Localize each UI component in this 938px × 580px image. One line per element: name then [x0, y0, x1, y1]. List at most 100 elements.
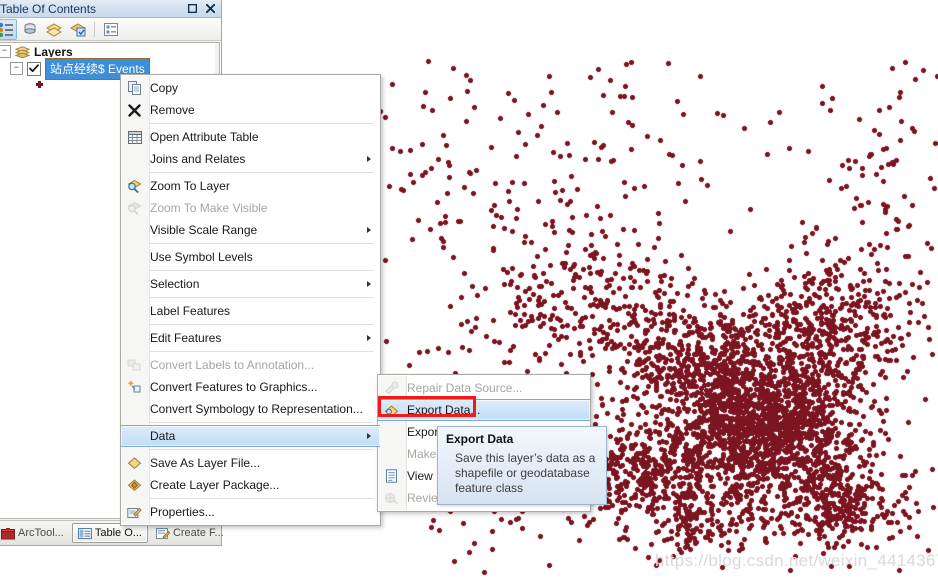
menu-item-label-features[interactable]: Label Features: [121, 300, 380, 322]
properties-icon: [125, 503, 144, 521]
convert-labels-icon: [125, 356, 144, 374]
layer-visibility-checkbox[interactable]: [27, 61, 41, 76]
menu-item-joins-and-relates[interactable]: Joins and Relates: [121, 148, 380, 170]
chevron-right-icon: [367, 433, 371, 439]
menu-label-convert-labels-to-annotation: Convert Labels to Annotation...: [150, 358, 315, 372]
menu-separator: [149, 324, 374, 325]
menu-item-convert-features-to-graphics[interactable]: Convert Features to Graphics...: [121, 376, 380, 398]
menu-item-create-layer-package[interactable]: Create Layer Package...: [121, 474, 380, 496]
menu-label-convert-features-to-graphics: Convert Features to Graphics...: [150, 380, 318, 394]
tooltip-title: Export Data: [446, 432, 514, 446]
menu-item-zoom-to-make-visible: Zoom To Make Visible: [121, 197, 380, 219]
taskbar-button-table-of-contents[interactable]: Table O...: [71, 523, 148, 543]
zoom-make-visible-icon: [125, 199, 144, 217]
layer-file-icon: [125, 454, 144, 472]
menu-separator: [149, 351, 374, 352]
submenu-label-export-data: Export Data...: [407, 403, 481, 417]
maximize-icon[interactable]: [185, 2, 200, 15]
toc-title-label: Table Of Contents: [0, 1, 97, 16]
menu-label-visible-scale-range: Visible Scale Range: [150, 223, 258, 237]
menu-label-copy: Copy: [150, 81, 179, 95]
menu-item-convert-symbology-to-representation[interactable]: Convert Symbology to Representation...: [121, 398, 380, 420]
taskbar-label-arctoolbox: ArcTool...: [18, 527, 64, 539]
menu-separator: [149, 270, 374, 271]
table-of-contents-icon: [77, 527, 92, 539]
chevron-right-icon: [367, 227, 371, 233]
repair-icon: [382, 379, 401, 397]
options-icon[interactable]: [100, 19, 122, 40]
chevron-right-icon: [367, 335, 371, 341]
menu-item-edit-features[interactable]: Edit Features: [121, 327, 380, 349]
chevron-right-icon: [367, 281, 371, 287]
remove-icon: [125, 101, 144, 119]
menu-separator: [149, 449, 374, 450]
menu-separator: [149, 243, 374, 244]
chevron-right-icon: [367, 156, 371, 162]
menu-item-data[interactable]: Data: [121, 425, 380, 447]
copy-icon: [125, 79, 144, 97]
menu-separator: [149, 422, 374, 423]
menu-label-use-symbol-levels: Use Symbol Levels: [150, 250, 253, 264]
menu-item-convert-labels-to-annotation: Convert Labels to Annotation...: [121, 354, 380, 376]
toolbar-separator: [94, 21, 95, 37]
layer-context-menu[interactable]: Copy Remove Open Attribute Table Joins a…: [120, 74, 381, 526]
tooltip-body: Save this layer’s data as a shapefile or…: [455, 451, 596, 495]
layer-package-icon: [125, 476, 144, 494]
menu-label-remove: Remove: [150, 103, 195, 117]
menu-separator: [149, 123, 374, 124]
menu-item-remove[interactable]: Remove: [121, 99, 380, 121]
menu-label-properties: Properties...: [150, 505, 215, 519]
attribute-table-icon: [125, 128, 144, 146]
rematch-icon: [382, 489, 401, 507]
menu-label-data: Data: [150, 429, 176, 443]
menu-separator: [149, 297, 374, 298]
menu-label-zoom-to-make-visible: Zoom To Make Visible: [150, 201, 268, 215]
export-data-tooltip: Export Data Save this layer’s data as a …: [437, 426, 607, 505]
list-by-selection-icon[interactable]: [67, 19, 89, 40]
list-by-source-icon[interactable]: [19, 19, 41, 40]
menu-label-edit-features: Edit Features: [150, 331, 222, 345]
menu-label-zoom-to-layer: Zoom To Layer: [150, 179, 230, 193]
menu-item-visible-scale-range[interactable]: Visible Scale Range: [121, 219, 380, 241]
taskbar-label-create-features: Create F...: [172, 527, 224, 539]
toc-title-bar[interactable]: Table Of Contents: [0, 0, 221, 18]
menu-label-joins-and-relates: Joins and Relates: [150, 152, 246, 166]
taskbar-button-create-features[interactable]: Create F...: [151, 524, 229, 542]
toc-toolbar[interactable]: [0, 18, 221, 41]
submenu-label-repair-data-source: Repair Data Source...: [407, 381, 523, 395]
menu-item-use-symbol-levels[interactable]: Use Symbol Levels: [121, 246, 380, 268]
watermark-text: https://blog.csdn.net/weixin_44143671: [655, 551, 938, 570]
menu-separator: [149, 172, 374, 173]
submenu-item-export-data[interactable]: Export Data...: [378, 399, 590, 421]
taskbar-button-arctoolbox[interactable]: ArcTool...: [0, 524, 69, 542]
layers-label: Layers: [34, 44, 73, 59]
layer-expander-icon[interactable]: −: [10, 62, 23, 75]
menu-label-selection: Selection: [150, 277, 200, 291]
taskbar-label-table-of-contents: Table O...: [94, 527, 142, 539]
expander-icon[interactable]: −: [0, 45, 11, 58]
zoom-to-layer-icon: [125, 177, 144, 195]
export-data-icon: [382, 402, 401, 420]
menu-label-create-layer-package: Create Layer Package...: [150, 478, 280, 492]
menu-label-label-features: Label Features: [150, 304, 231, 318]
list-by-visibility-icon[interactable]: [43, 19, 65, 40]
menu-label-open-attribute-table: Open Attribute Table: [150, 130, 259, 144]
menu-item-open-attribute-table[interactable]: Open Attribute Table: [121, 126, 380, 148]
arcmap-screen: https://blog.csdn.net/weixin_44143671 Ta…: [0, 0, 938, 580]
menu-separator: [149, 498, 374, 499]
point-symbol-icon: [36, 81, 43, 88]
close-icon[interactable]: [203, 2, 218, 15]
layers-icon: [15, 45, 30, 58]
menu-label-convert-symbology-to-representation: Convert Symbology to Representation...: [150, 402, 363, 416]
menu-item-selection[interactable]: Selection: [121, 273, 380, 295]
arctoolbox-icon: [1, 527, 15, 539]
menu-item-copy[interactable]: Copy: [121, 77, 380, 99]
menu-item-properties[interactable]: Properties...: [121, 501, 380, 523]
submenu-item-repair-data-source: Repair Data Source...: [378, 377, 590, 399]
menu-item-zoom-to-layer[interactable]: Zoom To Layer: [121, 175, 380, 197]
list-by-drawing-order-icon[interactable]: [0, 18, 17, 40]
convert-features-icon: [125, 378, 144, 396]
menu-label-save-as-layer-file: Save As Layer File...: [150, 456, 261, 470]
create-features-icon: [155, 527, 170, 539]
menu-item-save-as-layer-file[interactable]: Save As Layer File...: [121, 452, 380, 474]
